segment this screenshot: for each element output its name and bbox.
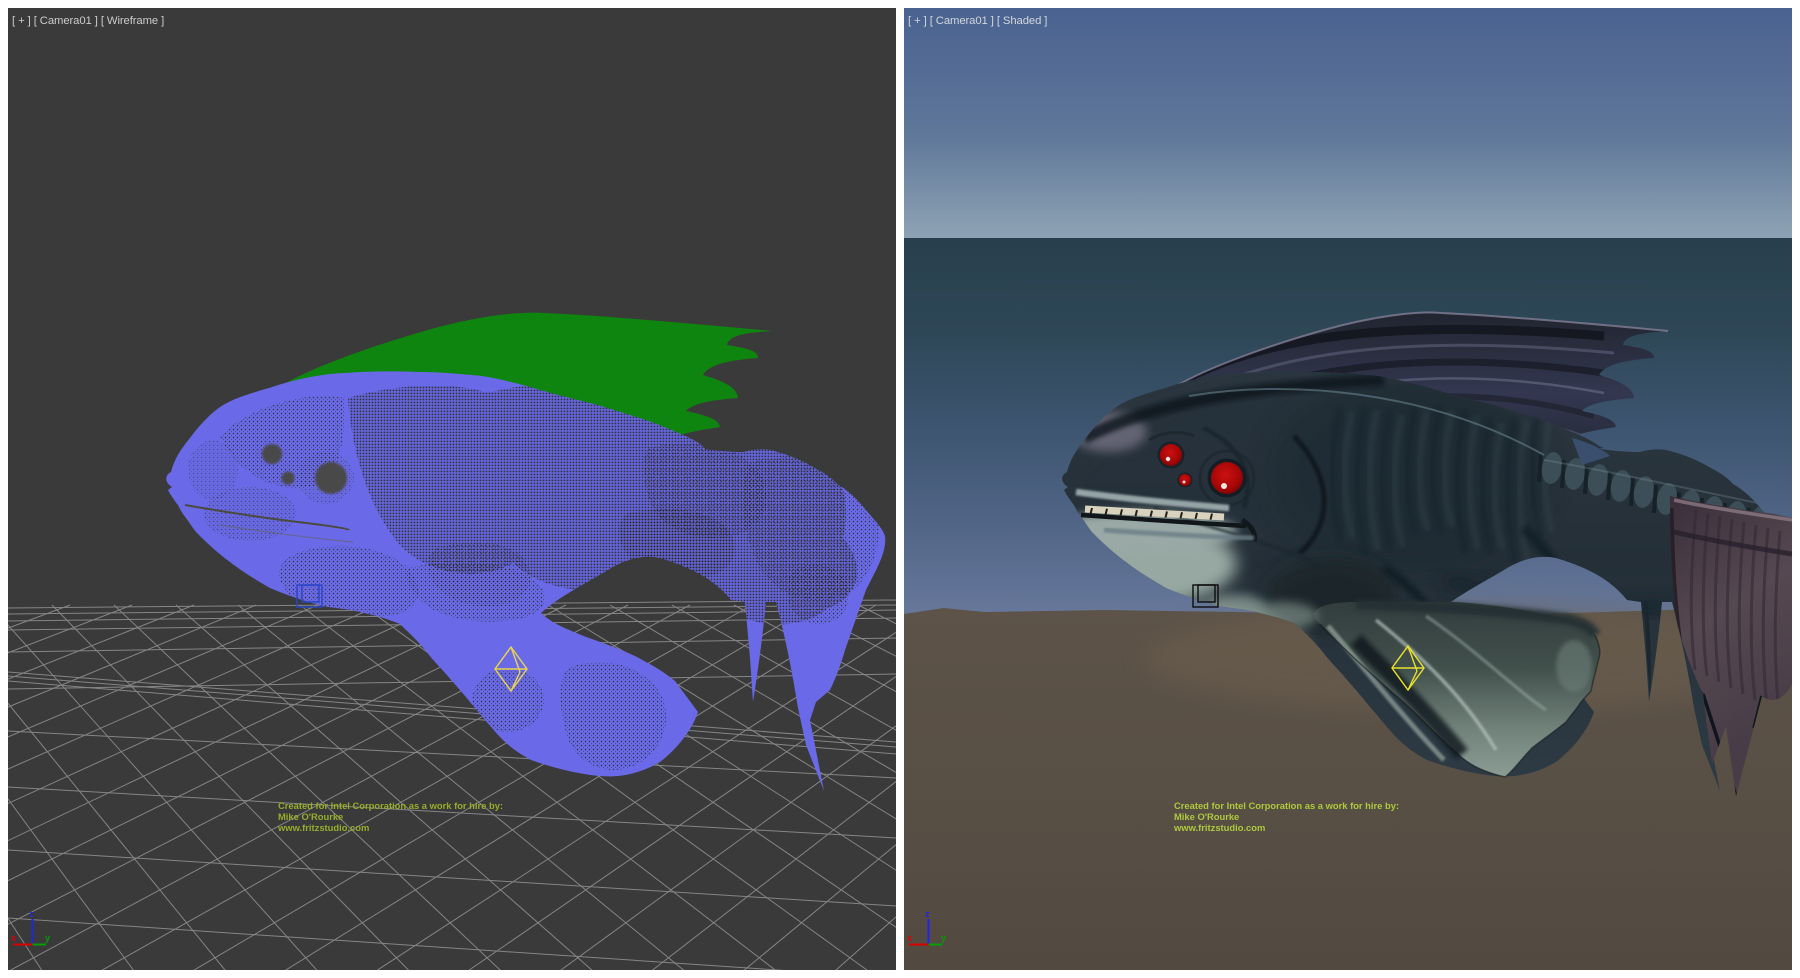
svg-text:y: y	[941, 933, 946, 943]
svg-text:z: z	[925, 909, 930, 919]
svg-text:x: x	[11, 933, 16, 943]
svg-text:z: z	[29, 909, 34, 919]
svg-text:Mike O'Rourke: Mike O'Rourke	[278, 811, 343, 822]
svg-text:Mike O'Rourke: Mike O'Rourke	[1174, 811, 1239, 822]
svg-text:x: x	[907, 933, 912, 943]
svg-text:Created for Intel Corporation: Created for Intel Corporation as a work …	[1174, 800, 1399, 811]
svg-text:[ + ] [ Camera01 ] [ Shaded ]: [ + ] [ Camera01 ] [ Shaded ]	[908, 15, 1047, 27]
svg-text:Created for Intel Corporation: Created for Intel Corporation as a work …	[278, 800, 503, 811]
svg-text:www.fritzstudio.com: www.fritzstudio.com	[1173, 822, 1265, 833]
svg-text:y: y	[45, 933, 50, 943]
svg-text:www.fritzstudio.com: www.fritzstudio.com	[277, 822, 369, 833]
svg-text:[ + ] [ Camera01 ] [ Wireframe: [ + ] [ Camera01 ] [ Wireframe ]	[12, 15, 164, 27]
